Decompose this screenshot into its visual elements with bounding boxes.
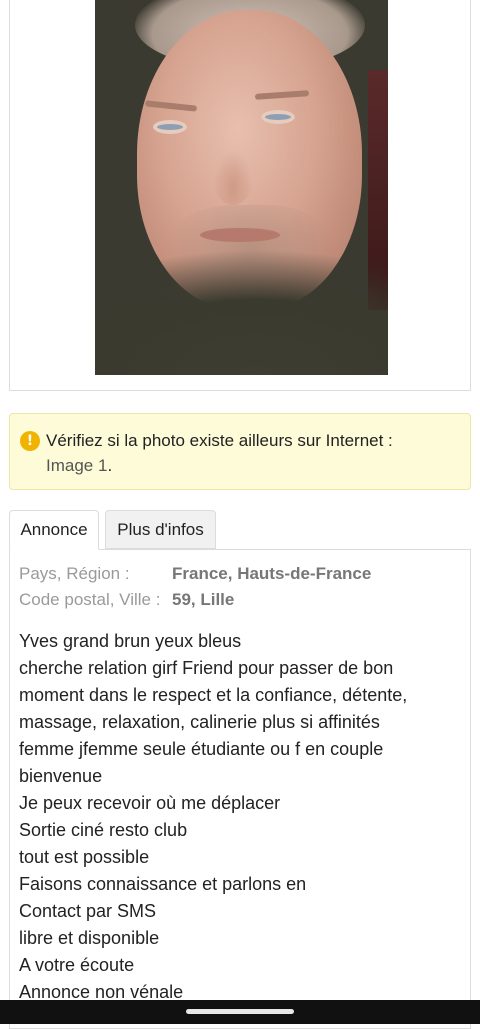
description-line: massage, relaxation, calinerie plus si a… xyxy=(19,712,380,732)
description-line: libre et disponible xyxy=(19,928,160,948)
info-label-region: Pays, Région : xyxy=(19,564,130,583)
alert-text: Vérifiez si la photo existe ailleurs sur… xyxy=(46,431,393,450)
system-navigation-bar xyxy=(0,1000,480,1024)
alert-image-link[interactable]: Image 1 xyxy=(46,456,107,475)
info-value-city: 59, Lille xyxy=(172,590,235,609)
photo-check-alert: ! Vérifiez si la photo existe ailleurs s… xyxy=(9,413,471,490)
description-line: A votre écoute xyxy=(19,955,135,975)
description-line: bienvenue xyxy=(19,766,103,786)
alert-link-suffix: . xyxy=(107,456,113,475)
description-line: tout est possible xyxy=(19,847,150,867)
tab-annonce[interactable]: Annonce xyxy=(9,510,99,550)
description-line: Yves grand brun yeux bleus xyxy=(19,631,242,651)
description-line: Sortie ciné resto club xyxy=(19,820,188,840)
annonce-panel: Pays, Région : France, Hauts-de-France C… xyxy=(9,549,471,1029)
photo-card xyxy=(9,0,471,391)
photo-eye-right xyxy=(261,110,295,124)
description-line: Je peux recevoir où me déplacer xyxy=(19,793,281,813)
home-gesture-handle[interactable] xyxy=(186,1009,294,1014)
tab-plus-d-infos[interactable]: Plus d'infos xyxy=(105,510,216,549)
photo-mouth xyxy=(200,228,280,242)
description-line: Faisons connaissance et parlons en xyxy=(19,874,307,894)
description-line: Contact par SMS xyxy=(19,901,157,921)
photo-eye-left xyxy=(153,120,187,134)
info-icon: ! xyxy=(20,431,40,451)
description-line: femme jfemme seule étudiante ou f en cou… xyxy=(19,739,384,759)
info-value-region: France, Hauts-de-France xyxy=(172,564,372,583)
description-line: moment dans le respect et la confiance, … xyxy=(19,685,408,705)
ad-description: Yves grand brun yeux bleus cherche relat… xyxy=(19,628,459,1006)
profile-photo[interactable] xyxy=(95,0,388,375)
info-label-city: Code postal, Ville : xyxy=(19,590,161,609)
description-line: cherche relation girf Friend pour passer… xyxy=(19,658,394,678)
photo-nose xyxy=(213,150,253,205)
photo-shirt xyxy=(95,250,388,375)
